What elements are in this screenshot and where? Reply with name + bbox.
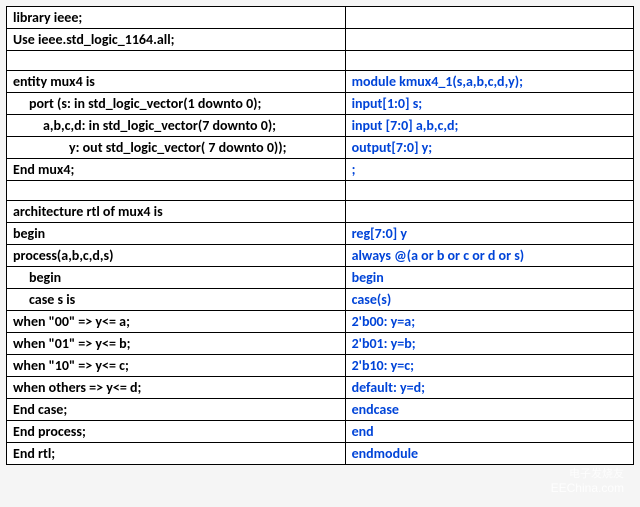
- table-row: End mux4;;: [7, 159, 634, 181]
- vhdl-cell: Use ieee.std_logic_1164.all;: [7, 29, 346, 51]
- vhdl-cell: y: out std_logic_vector( 7 downto 0));: [7, 137, 346, 159]
- table-row: case s iscase(s): [7, 289, 634, 311]
- verilog-cell: always @(a or b or c or d or s): [345, 245, 633, 267]
- verilog-cell: case(s): [345, 289, 633, 311]
- code-comparison-table: library ieee;Use ieee.std_logic_1164.all…: [6, 6, 634, 465]
- verilog-cell: endcase: [345, 399, 633, 421]
- vhdl-cell: when "01" => y<= b;: [7, 333, 346, 355]
- table-row: when others => y<= d;default: y=d;: [7, 377, 634, 399]
- vhdl-cell: begin: [7, 223, 346, 245]
- table-row: when "00" => y<= a;2'b00: y=a;: [7, 311, 634, 333]
- verilog-cell: 2'b10: y=c;: [345, 355, 633, 377]
- table-row: a,b,c,d: in std_logic_vector(7 downto 0)…: [7, 115, 634, 137]
- table-row: process(a,b,c,d,s)always @(a or b or c o…: [7, 245, 634, 267]
- vhdl-cell: when "10" => y<= c;: [7, 355, 346, 377]
- verilog-cell: [345, 201, 633, 223]
- table-row: [7, 181, 634, 201]
- verilog-cell: endmodule: [345, 443, 633, 465]
- watermark-logo-text: 电子发烧友: [551, 465, 624, 481]
- verilog-cell: [345, 181, 633, 201]
- table-row: End case;endcase: [7, 399, 634, 421]
- vhdl-cell: architecture rtl of mux4 is: [7, 201, 346, 223]
- table-row: Use ieee.std_logic_1164.all;: [7, 29, 634, 51]
- table-row: port (s: in std_logic_vector(1 downto 0)…: [7, 93, 634, 115]
- vhdl-cell: [7, 51, 346, 71]
- vhdl-cell: entity mux4 is: [7, 71, 346, 93]
- verilog-cell: reg[7:0] y: [345, 223, 633, 245]
- vhdl-cell: [7, 181, 346, 201]
- table-row: when "01" => y<= b;2'b01: y=b;: [7, 333, 634, 355]
- verilog-cell: end: [345, 421, 633, 443]
- verilog-cell: module kmux4_1(s,a,b,c,d,y);: [345, 71, 633, 93]
- table-row: [7, 51, 634, 71]
- verilog-cell: ;: [345, 159, 633, 181]
- vhdl-cell: when "00" => y<= a;: [7, 311, 346, 333]
- verilog-cell: begin: [345, 267, 633, 289]
- watermark: 电子发烧友 EEChina.com: [551, 465, 624, 495]
- vhdl-cell: library ieee;: [7, 7, 346, 29]
- vhdl-cell: End mux4;: [7, 159, 346, 181]
- table-row: entity mux4 ismodule kmux4_1(s,a,b,c,d,y…: [7, 71, 634, 93]
- vhdl-cell: process(a,b,c,d,s): [7, 245, 346, 267]
- vhdl-cell: case s is: [7, 289, 346, 311]
- verilog-cell: output[7:0] y;: [345, 137, 633, 159]
- vhdl-cell: a,b,c,d: in std_logic_vector(7 downto 0)…: [7, 115, 346, 137]
- table-row: End rtl;endmodule: [7, 443, 634, 465]
- table-row: architecture rtl of mux4 is: [7, 201, 634, 223]
- vhdl-cell: when others => y<= d;: [7, 377, 346, 399]
- vhdl-cell: End rtl;: [7, 443, 346, 465]
- verilog-cell: [345, 29, 633, 51]
- verilog-cell: [345, 51, 633, 71]
- table-row: library ieee;: [7, 7, 634, 29]
- verilog-cell: input [7:0] a,b,c,d;: [345, 115, 633, 137]
- verilog-cell: 2'b01: y=b;: [345, 333, 633, 355]
- table-body: library ieee;Use ieee.std_logic_1164.all…: [7, 7, 634, 465]
- vhdl-cell: begin: [7, 267, 346, 289]
- verilog-cell: default: y=d;: [345, 377, 633, 399]
- watermark-url: EEChina.com: [551, 481, 624, 495]
- table-row: beginbegin: [7, 267, 634, 289]
- table-row: when "10" => y<= c;2'b10: y=c;: [7, 355, 634, 377]
- verilog-cell: [345, 7, 633, 29]
- verilog-cell: 2'b00: y=a;: [345, 311, 633, 333]
- table-row: beginreg[7:0] y: [7, 223, 634, 245]
- verilog-cell: input[1:0] s;: [345, 93, 633, 115]
- vhdl-cell: End process;: [7, 421, 346, 443]
- table-row: y: out std_logic_vector( 7 downto 0));ou…: [7, 137, 634, 159]
- table-row: End process;end: [7, 421, 634, 443]
- vhdl-cell: End case;: [7, 399, 346, 421]
- vhdl-cell: port (s: in std_logic_vector(1 downto 0)…: [7, 93, 346, 115]
